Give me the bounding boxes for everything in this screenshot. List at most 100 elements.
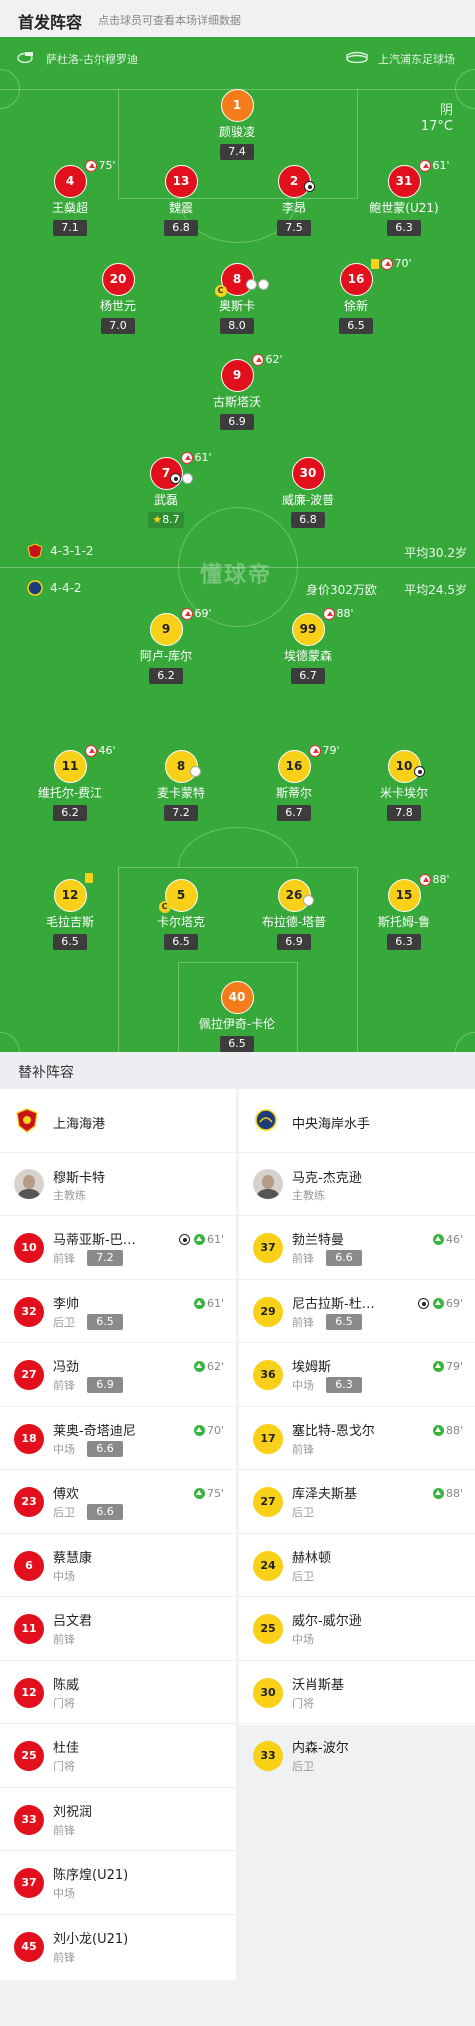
subs-header: 替补阵容 xyxy=(0,1052,475,1089)
jersey-number: 9 xyxy=(220,359,254,392)
sub-in-icon xyxy=(432,1234,444,1245)
home-player[interactable]: 13 魏震 6.8 xyxy=(121,165,241,236)
player-rating: 7.0 xyxy=(101,318,135,334)
home-team-row[interactable]: 上海海港 xyxy=(0,1089,236,1153)
away-coach-row[interactable]: 马克-杰克逊 主教练 xyxy=(239,1153,475,1216)
sub-name: 刘祝润 xyxy=(53,1804,93,1820)
player-rating: 6.3 xyxy=(387,220,421,236)
player-name: 鲍世蒙(U21) xyxy=(369,201,439,215)
away-player[interactable]: 10 米卡埃尔 7.8 xyxy=(344,750,464,821)
watermark-logo: 懂球帝 xyxy=(200,563,273,588)
sub-minute: 61' xyxy=(194,451,212,464)
home-player[interactable]: 20 杨世元 7.0 xyxy=(58,263,178,334)
goal-ball-icon xyxy=(178,1234,190,1245)
sub-player-row[interactable]: 36 埃姆斯 中场 6.3 79' xyxy=(239,1343,475,1407)
sub-rating: 6.5 xyxy=(326,1313,362,1330)
away-player[interactable]: 11 46' 维托尔-费江 6.2 xyxy=(10,744,130,821)
sub-position: 前锋 xyxy=(292,1252,314,1265)
away-team-name: 中央海岸水手 xyxy=(292,1117,371,1132)
sub-out-icon xyxy=(418,159,431,172)
sub-player-row[interactable]: 18 莱奥-奇塔迪尼 中场 6.6 70' xyxy=(0,1407,236,1470)
home-player[interactable]: 4 75' 王燊超 7.1 xyxy=(10,159,130,236)
sub-in-icon xyxy=(193,1234,205,1245)
sub-player-row[interactable]: 27 库泽夫斯基 后卫 88' xyxy=(239,1470,475,1534)
player-name: 米卡埃尔 xyxy=(379,786,428,800)
home-player[interactable]: 8 C 奥斯卡 8.0 xyxy=(177,263,297,334)
goal-ball-icon xyxy=(417,1297,429,1309)
player-rating: 7.4 xyxy=(220,144,254,160)
player-name: 奥斯卡 xyxy=(218,299,255,313)
player-rating: 6.9 xyxy=(277,934,311,950)
sub-position: 后卫 xyxy=(292,1569,314,1583)
sub-player-row[interactable]: 30 沃肖斯基 门将 xyxy=(239,1661,475,1724)
jersey-number: 15 xyxy=(387,879,421,912)
away-team-row[interactable]: 中央海岸水手 xyxy=(239,1089,475,1153)
home-player[interactable]: 9 62' 古斯塔沃 6.9 xyxy=(177,353,297,430)
player-name: 维托尔-费江 xyxy=(37,786,103,800)
sub-player-row[interactable]: 12 陈威 门将 xyxy=(0,1661,236,1724)
sub-player-row[interactable]: 33 刘祝润 前锋 xyxy=(0,1788,236,1851)
sub-number: 36 xyxy=(253,1360,283,1390)
jersey-number: 30 xyxy=(291,457,325,490)
sub-player-row[interactable]: 37 勃兰特曼 前锋 6.6 46' xyxy=(239,1216,475,1280)
sub-rating: 6.6 xyxy=(326,1250,362,1266)
coach-role: 主教练 xyxy=(292,1189,325,1202)
sub-in-icon xyxy=(193,1488,205,1499)
sub-player-row[interactable]: 45 刘小龙(U21) 前锋 xyxy=(0,1915,236,1979)
sub-out-icon xyxy=(84,159,97,172)
player-rating: 7.5 xyxy=(277,220,311,236)
away-goalkeeper[interactable]: 40 佩拉伊奇-卡伦 6.5 xyxy=(177,981,297,1052)
away-player[interactable]: 5 C 卡尔塔克 6.5 xyxy=(121,879,241,950)
jersey-number: 31 xyxy=(387,165,421,198)
sub-player-row[interactable]: 37 陈序煌(U21) 中场 xyxy=(0,1851,236,1915)
sub-player-row[interactable]: 29 尼古拉斯-杜… 前锋 6.5 69' xyxy=(239,1280,475,1343)
sub-number: 33 xyxy=(253,1741,283,1771)
sub-player-row[interactable]: 11 吕文君 前锋 xyxy=(0,1597,236,1661)
home-goalkeeper[interactable]: 1 颜骏凌 7.4 xyxy=(177,89,297,160)
away-player[interactable]: 26 布拉德-塔普 6.9 xyxy=(234,879,354,950)
sub-player-row[interactable]: 24 赫林顿 后卫 xyxy=(239,1534,475,1597)
sub-out-icon xyxy=(251,353,264,366)
sub-number: 27 xyxy=(253,1487,283,1517)
sub-in-minute: 62' xyxy=(206,1360,224,1373)
sub-in-minute: 79' xyxy=(445,1360,463,1373)
player-name: 斯托姆-鲁 xyxy=(377,915,431,929)
sub-position: 后卫 xyxy=(53,1506,75,1519)
sub-in-minute: 88' xyxy=(445,1423,463,1437)
sub-position: 前锋 xyxy=(53,1633,75,1646)
sub-player-row[interactable]: 27 冯劲 前锋 6.9 62' xyxy=(0,1343,236,1407)
away-player[interactable]: 15 88' 斯托姆-鲁 6.3 xyxy=(344,873,464,950)
corner-arc xyxy=(0,69,20,109)
sub-player-row[interactable]: 33 内森-波尔 后卫 xyxy=(239,1724,475,1788)
corner-arc xyxy=(0,1032,20,1052)
away-player[interactable]: 16 79' 斯蒂尔 6.7 xyxy=(234,744,354,821)
sub-number: 24 xyxy=(253,1550,283,1581)
home-player[interactable]: 2 李昂 7.5 xyxy=(234,165,354,236)
jersey-number: 11 xyxy=(53,750,87,783)
away-player[interactable]: 12 毛拉吉斯 6.5 xyxy=(10,873,130,950)
sub-out-icon xyxy=(180,607,193,620)
sub-player-row[interactable]: 10 马蒂亚斯-巴… 前锋 7.2 61' xyxy=(0,1216,236,1280)
sub-player-row[interactable]: 23 傅欢 后卫 6.6 75' xyxy=(0,1470,236,1534)
away-player[interactable]: 99 88' 埃德蒙森 6.7 xyxy=(248,607,368,684)
jersey-number: 16 xyxy=(277,750,311,783)
sub-player-row[interactable]: 17 塞比特-恩戈尔 前锋 88' xyxy=(239,1407,475,1470)
away-subs-column: 中央海岸水手 马克-杰克逊 主教练 37 勃兰特曼 前锋 6.6 46' 29 … xyxy=(239,1089,475,1773)
away-player[interactable]: 8 麦卡蒙特 7.2 xyxy=(121,750,241,821)
player-rating: 6.8 xyxy=(164,220,198,236)
sub-player-row[interactable]: 32 李帅 后卫 6.5 61' xyxy=(0,1280,236,1343)
sub-minute: 62' xyxy=(265,353,283,366)
home-player[interactable]: 30 威廉-波普 6.8 xyxy=(248,457,368,528)
player-rating: 6.3 xyxy=(387,934,421,950)
home-player[interactable]: 16 70' 徐新 6.5 xyxy=(296,257,416,334)
sub-player-row[interactable]: 25 杜佳 门将 xyxy=(0,1724,236,1788)
home-team-logo-icon xyxy=(27,543,43,562)
away-player[interactable]: 9 69' 阿卢-库尔 6.2 xyxy=(106,607,226,684)
sub-player-row[interactable]: 6 蔡慧康 中场 xyxy=(0,1534,236,1597)
home-player[interactable]: 7 61' 武磊 ★8.7 xyxy=(106,451,226,528)
home-player[interactable]: 31 61' 鲍世蒙(U21) 6.3 xyxy=(344,159,464,236)
sub-player-row[interactable]: 25 威尔-威尔逊 中场 xyxy=(239,1597,475,1661)
player-rating: 6.2 xyxy=(53,805,87,821)
sub-position: 前锋 xyxy=(292,1442,314,1456)
home-coach-row[interactable]: 穆斯卡特 主教练 xyxy=(0,1153,236,1216)
